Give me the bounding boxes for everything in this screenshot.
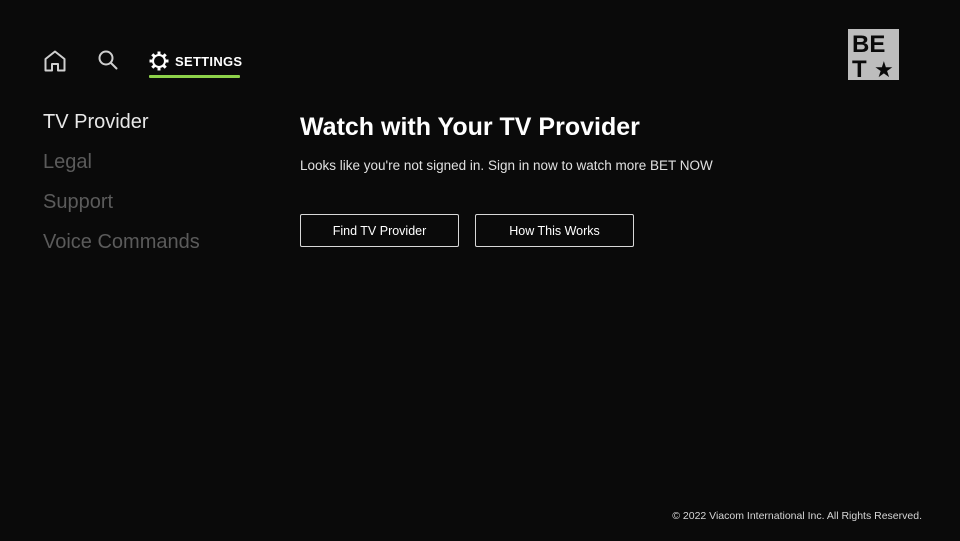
sidebar-item-voice-commands[interactable]: Voice Commands — [43, 228, 200, 268]
settings-sidebar: TV Provider Legal Support Voice Commands — [43, 108, 200, 268]
sidebar-item-tv-provider[interactable]: TV Provider — [43, 108, 200, 148]
star-icon: ★ — [874, 58, 894, 80]
logo-text-t: T — [852, 56, 867, 80]
sidebar-item-legal[interactable]: Legal — [43, 148, 200, 188]
tv-provider-panel: Watch with Your TV Provider Looks like y… — [300, 111, 920, 247]
settings-tab-label: SETTINGS — [175, 53, 243, 69]
action-buttons: Find TV Provider How This Works — [300, 214, 634, 247]
find-tv-provider-button[interactable]: Find TV Provider — [300, 214, 459, 247]
home-icon[interactable] — [42, 48, 68, 74]
top-nav: SETTINGS — [42, 48, 242, 78]
active-tab-indicator — [149, 75, 240, 78]
copyright-text: © 2022 Viacom International Inc. All Rig… — [672, 510, 922, 522]
settings-tab[interactable]: SETTINGS — [149, 48, 242, 78]
gear-icon — [149, 51, 169, 71]
search-icon[interactable] — [97, 49, 119, 71]
sign-in-message: Looks like you're not signed in. Sign in… — [300, 158, 713, 173]
how-this-works-button[interactable]: How This Works — [475, 214, 634, 247]
sidebar-item-support[interactable]: Support — [43, 188, 200, 228]
bet-logo: BE T ★ — [848, 29, 899, 83]
logo-text-be: BE — [852, 31, 885, 58]
page-title: Watch with Your TV Provider — [300, 113, 640, 141]
